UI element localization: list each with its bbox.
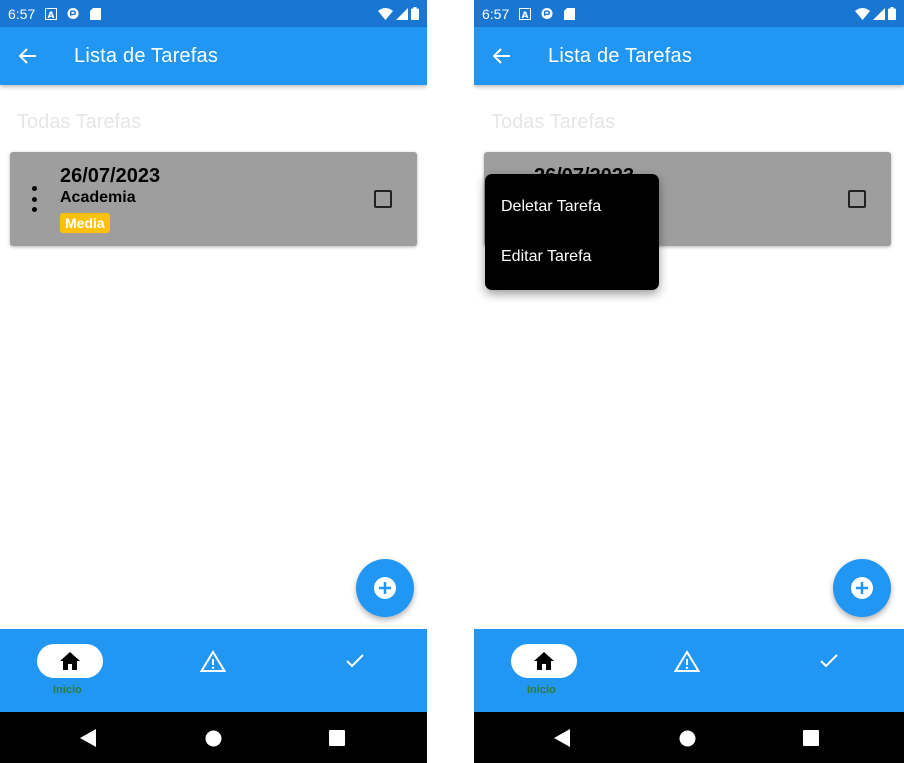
more-vert-icon[interactable] bbox=[26, 186, 42, 212]
battery-icon bbox=[888, 7, 896, 23]
home-icon bbox=[60, 652, 80, 670]
bottom-navigation: Inicio bbox=[474, 629, 904, 712]
nav-warning[interactable] bbox=[180, 644, 246, 678]
task-card[interactable]: 26/07/2023 Academia Media bbox=[10, 152, 417, 246]
sync-notification-icon bbox=[67, 7, 79, 20]
menu-item-delete-task[interactable]: Deletar Tarefa bbox=[501, 198, 601, 216]
status-time: 6:57 bbox=[8, 5, 36, 22]
add-task-button[interactable] bbox=[833, 559, 891, 617]
wifi-icon bbox=[378, 7, 393, 23]
arrow-left-icon bbox=[493, 48, 510, 64]
system-back-button[interactable] bbox=[78, 728, 98, 748]
square-recents-icon bbox=[803, 730, 819, 746]
status-bar: 6:57 A bbox=[0, 0, 427, 27]
check-icon bbox=[820, 654, 838, 668]
task-popup-menu: Deletar Tarefa Editar Tarefa bbox=[485, 174, 659, 290]
screen-task-list: 6:57 A Lista de Tarefas Todas Tarefas 26… bbox=[0, 0, 427, 763]
screen-task-list-menu-open: 6:57 A Lista de Tarefas Todas Tarefas 26… bbox=[474, 0, 904, 763]
add-circle-icon bbox=[851, 577, 873, 599]
add-task-button[interactable] bbox=[356, 559, 414, 617]
system-recents-button[interactable] bbox=[327, 728, 347, 748]
add-circle-icon bbox=[374, 577, 396, 599]
section-title: Todas Tarefas bbox=[17, 111, 142, 133]
triangle-back-icon bbox=[80, 729, 96, 747]
app-bar: Lista de Tarefas bbox=[0, 27, 427, 85]
nav-home[interactable] bbox=[511, 644, 577, 678]
system-back-button[interactable] bbox=[552, 728, 572, 748]
task-complete-checkbox[interactable] bbox=[848, 190, 866, 208]
signal-icon bbox=[873, 7, 885, 23]
menu-item-edit-task[interactable]: Editar Tarefa bbox=[501, 248, 591, 266]
nav-completed[interactable] bbox=[322, 644, 388, 678]
status-bar: 6:57 A bbox=[474, 0, 904, 27]
warning-icon bbox=[674, 650, 700, 672]
task-date: 26/07/2023 bbox=[60, 165, 161, 187]
warning-icon bbox=[200, 650, 226, 672]
nav-home[interactable] bbox=[37, 644, 103, 678]
system-navigation-bar bbox=[0, 712, 427, 763]
task-complete-checkbox[interactable] bbox=[374, 190, 392, 208]
nav-home-label: Inicio bbox=[53, 684, 82, 696]
svg-text:A: A bbox=[48, 11, 55, 20]
app-bar: Lista de Tarefas bbox=[474, 27, 904, 85]
bottom-navigation: Inicio bbox=[0, 629, 427, 712]
check-icon bbox=[346, 654, 364, 668]
system-navigation-bar bbox=[474, 712, 904, 763]
nav-warning[interactable] bbox=[654, 644, 720, 678]
signal-icon bbox=[396, 7, 408, 23]
priority-badge: Media bbox=[60, 213, 110, 233]
page-title: Lista de Tarefas bbox=[74, 44, 219, 67]
system-home-button[interactable] bbox=[677, 728, 697, 748]
battery-icon bbox=[411, 7, 419, 23]
page-title: Lista de Tarefas bbox=[548, 44, 693, 67]
sd-card-icon bbox=[563, 7, 575, 20]
triangle-back-icon bbox=[554, 729, 570, 747]
system-home-button[interactable] bbox=[203, 728, 223, 748]
back-button[interactable] bbox=[0, 27, 56, 85]
task-name: Academia bbox=[60, 189, 136, 206]
arrow-left-icon bbox=[19, 48, 36, 64]
wifi-icon bbox=[855, 7, 870, 23]
nav-completed[interactable] bbox=[796, 644, 862, 678]
sd-card-icon bbox=[89, 7, 101, 20]
status-time: 6:57 bbox=[482, 5, 510, 22]
a-notification-icon: A bbox=[45, 7, 58, 20]
a-notification-icon: A bbox=[519, 7, 532, 20]
nav-home-label: Inicio bbox=[527, 684, 556, 696]
back-button[interactable] bbox=[474, 27, 530, 85]
section-title: Todas Tarefas bbox=[491, 111, 616, 133]
home-icon bbox=[534, 652, 554, 670]
system-recents-button[interactable] bbox=[801, 728, 821, 748]
svg-text:A: A bbox=[522, 11, 529, 20]
circle-home-icon bbox=[679, 730, 695, 746]
sync-notification-icon bbox=[541, 7, 553, 20]
circle-home-icon bbox=[205, 730, 221, 746]
square-recents-icon bbox=[329, 730, 345, 746]
